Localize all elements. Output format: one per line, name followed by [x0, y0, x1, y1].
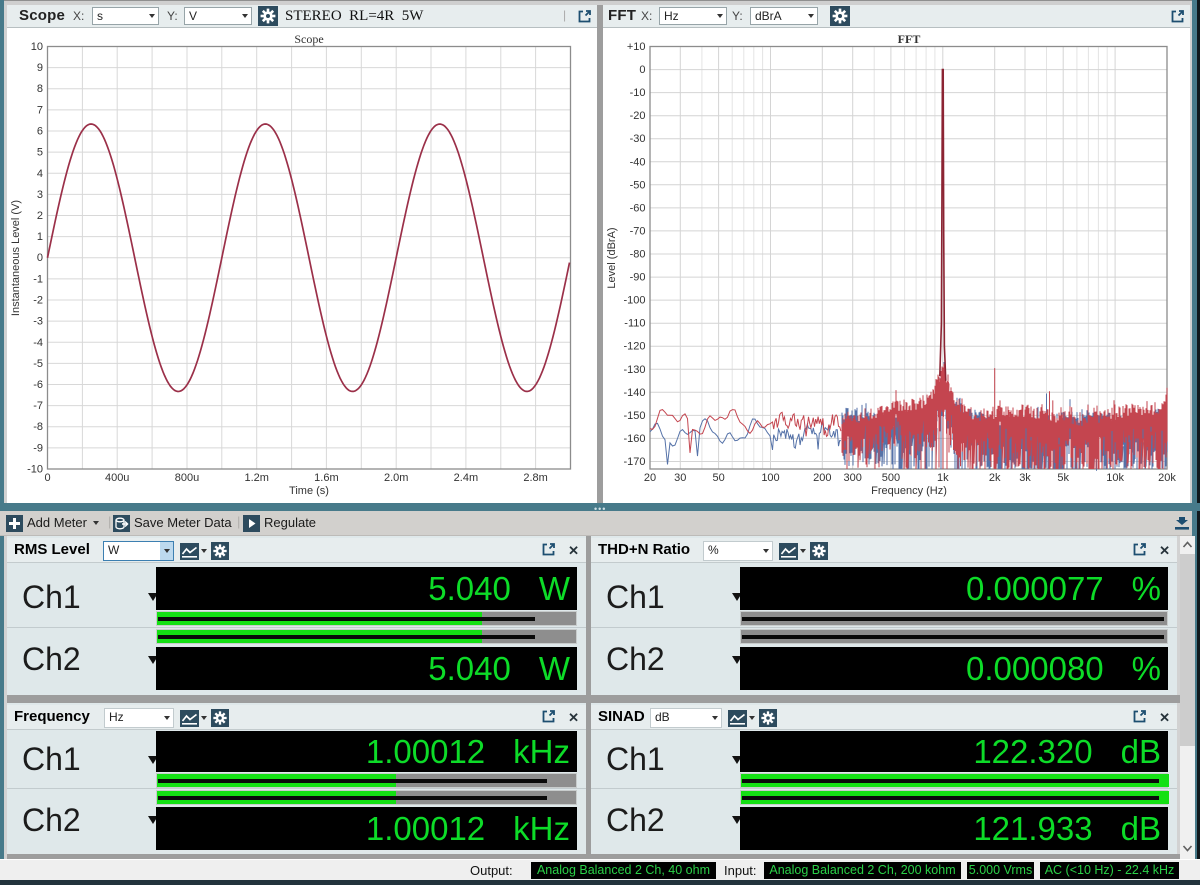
svg-text:30: 30 — [674, 472, 686, 484]
svg-text:0: 0 — [639, 64, 645, 76]
svg-text:2: 2 — [37, 210, 43, 222]
svg-text:-160: -160 — [623, 433, 645, 445]
svg-text:4: 4 — [37, 168, 43, 180]
svg-text:-50: -50 — [630, 179, 646, 191]
svg-text:800u: 800u — [175, 472, 199, 484]
svg-text:9: 9 — [37, 62, 43, 74]
svg-text:100: 100 — [761, 472, 779, 484]
svg-text:-20: -20 — [630, 110, 646, 122]
svg-text:-140: -140 — [623, 387, 645, 399]
svg-text:-8: -8 — [33, 421, 43, 433]
svg-text:2.4m: 2.4m — [454, 472, 478, 484]
svg-text:3: 3 — [37, 189, 43, 201]
svg-text:Scope: Scope — [294, 32, 323, 46]
svg-text:-10: -10 — [27, 464, 43, 476]
svg-text:20k: 20k — [1158, 472, 1176, 484]
svg-text:-40: -40 — [630, 156, 646, 168]
svg-text:5k: 5k — [1057, 472, 1069, 484]
svg-text:10k: 10k — [1106, 472, 1124, 484]
svg-text:-170: -170 — [623, 456, 645, 468]
svg-text:300: 300 — [844, 472, 862, 484]
svg-text:1: 1 — [37, 231, 43, 243]
svg-text:FFT: FFT — [898, 32, 921, 46]
svg-text:1k: 1k — [937, 472, 949, 484]
svg-text:-3: -3 — [33, 316, 43, 328]
svg-text:-30: -30 — [630, 133, 646, 145]
svg-text:-5: -5 — [33, 358, 43, 370]
svg-text:2.8m: 2.8m — [523, 472, 547, 484]
svg-text:Instantaneous Level (V): Instantaneous Level (V) — [10, 200, 22, 316]
svg-text:-9: -9 — [33, 442, 43, 454]
svg-text:+10: +10 — [627, 41, 646, 53]
svg-text:2.0m: 2.0m — [384, 472, 408, 484]
svg-text:-100: -100 — [623, 295, 645, 307]
svg-text:-70: -70 — [630, 225, 646, 237]
svg-text:-150: -150 — [623, 410, 645, 422]
svg-text:8: 8 — [37, 83, 43, 95]
svg-text:1.6m: 1.6m — [314, 472, 338, 484]
svg-text:2k: 2k — [989, 472, 1001, 484]
svg-text:-60: -60 — [630, 202, 646, 214]
svg-text:-130: -130 — [623, 364, 645, 376]
svg-text:400u: 400u — [105, 472, 129, 484]
svg-text:0: 0 — [44, 472, 50, 484]
svg-text:Time (s): Time (s) — [289, 485, 329, 497]
svg-text:-4: -4 — [33, 337, 43, 349]
svg-text:-90: -90 — [630, 272, 646, 284]
svg-text:0: 0 — [37, 252, 43, 264]
svg-text:-110: -110 — [624, 318, 645, 330]
svg-text:-2: -2 — [33, 295, 43, 307]
svg-text:20: 20 — [644, 472, 656, 484]
svg-text:-7: -7 — [33, 400, 43, 412]
svg-text:-6: -6 — [33, 379, 43, 391]
svg-text:10: 10 — [31, 41, 43, 53]
svg-text:5: 5 — [37, 147, 43, 159]
svg-text:3k: 3k — [1019, 472, 1031, 484]
svg-text:50: 50 — [712, 472, 724, 484]
svg-text:-120: -120 — [623, 341, 645, 353]
svg-text:Frequency (Hz): Frequency (Hz) — [871, 485, 947, 497]
svg-text:-80: -80 — [630, 249, 646, 261]
svg-text:-10: -10 — [630, 87, 646, 99]
svg-text:Level (dBrA): Level (dBrA) — [606, 227, 618, 288]
svg-text:500: 500 — [882, 472, 900, 484]
svg-text:6: 6 — [37, 126, 43, 138]
svg-text:200: 200 — [813, 472, 831, 484]
svg-text:1.2m: 1.2m — [244, 472, 268, 484]
svg-text:7: 7 — [37, 104, 43, 116]
svg-text:-1: -1 — [33, 273, 43, 285]
